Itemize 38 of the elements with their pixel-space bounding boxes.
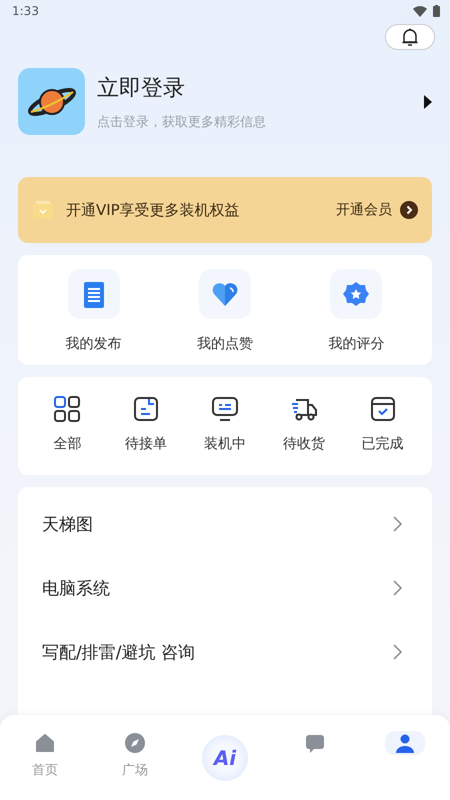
ai-button[interactable]: Ai (202, 735, 248, 781)
order-status-item[interactable]: 装机中 (186, 395, 264, 461)
menu-item[interactable]: 天梯图 (18, 492, 432, 556)
open-membership-link[interactable]: 开通会员 (336, 201, 418, 219)
notification-button[interactable] (385, 24, 435, 50)
note-icon (132, 395, 160, 423)
menu-item[interactable]: 写配/排雷/避坑 咨询 (18, 620, 432, 684)
chevron-right-icon (393, 644, 402, 660)
calendar-check-icon (368, 395, 397, 423)
chat-icon (304, 732, 326, 754)
home-icon (34, 732, 56, 754)
menu-item[interactable]: 电脑系统 (18, 556, 432, 620)
battery-icon (433, 5, 440, 17)
login-subtitle: 点击登录，获取更多精彩信息 (97, 114, 267, 130)
shortcut-item[interactable]: 我的发布 (28, 269, 160, 353)
vip-promo-text: 开通VIP享受更多装机权益 (66, 200, 241, 220)
chevron-right-icon (393, 516, 402, 532)
person-icon (394, 732, 416, 754)
heart-icon (210, 280, 239, 308)
badge-star-icon (342, 280, 370, 308)
order-status-item[interactable]: 待收货 (264, 395, 344, 461)
status-time: 1:33 (12, 4, 39, 18)
wifi-icon (413, 6, 427, 16)
order-status-item[interactable]: 全部 (28, 395, 107, 461)
shortcut-item[interactable]: 我的评分 (290, 269, 422, 353)
order-status-item[interactable]: 待接单 (106, 395, 186, 461)
order-status-item[interactable]: 已完成 (343, 395, 422, 461)
compass-icon (124, 732, 146, 754)
login-title[interactable]: 立即登录 (97, 72, 412, 102)
avatar[interactable] (18, 68, 85, 135)
bell-icon (400, 27, 420, 47)
chevron-circle-icon (400, 201, 418, 219)
shortcut-item[interactable]: 我的点赞 (159, 269, 291, 353)
caret-icon (424, 94, 432, 108)
monitor-icon (210, 395, 239, 423)
vip-bag-icon (32, 201, 54, 219)
chevron-right-icon (393, 580, 402, 596)
grid-icon (53, 395, 82, 423)
